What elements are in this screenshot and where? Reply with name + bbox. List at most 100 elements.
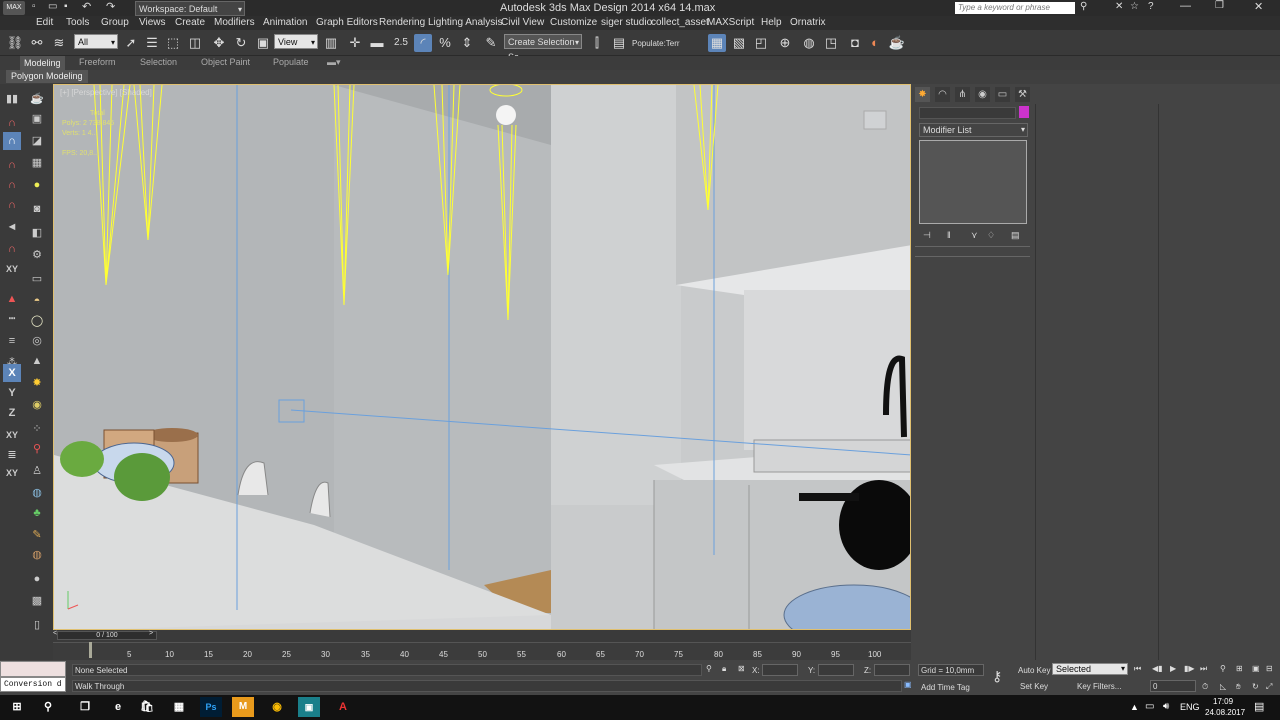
- menu-create[interactable]: Create: [175, 17, 205, 28]
- globe-icon[interactable]: ◍: [28, 484, 46, 502]
- clock-time[interactable]: 17:09: [1213, 697, 1233, 706]
- keyboard-shortcut-icon[interactable]: ▬: [368, 34, 386, 52]
- magnet-active-icon[interactable]: ∩: [3, 132, 21, 150]
- key-mode-select[interactable]: Selected: [1052, 663, 1128, 675]
- modifier-list-select[interactable]: Modifier List: [919, 123, 1028, 137]
- menu-help[interactable]: Help: [761, 17, 782, 28]
- rows-icon[interactable]: ≡: [3, 332, 21, 350]
- z-coordinate-field[interactable]: [874, 664, 910, 676]
- open-icon[interactable]: ▭: [48, 1, 57, 12]
- object-color-swatch[interactable]: [1019, 106, 1029, 118]
- rotate-icon[interactable]: ↻: [232, 34, 250, 52]
- 3dsmax-icon[interactable]: ▣: [298, 697, 320, 717]
- show-hidden-icons[interactable]: ▲: [1130, 702, 1139, 712]
- magnet-3-icon[interactable]: ∩: [3, 176, 21, 194]
- set-key-button[interactable]: Set Key: [1020, 682, 1048, 691]
- slider-prev-icon[interactable]: <: [53, 630, 57, 637]
- time-config-icon[interactable]: ⏱: [1202, 682, 1208, 692]
- photoshop-icon[interactable]: Ps: [200, 697, 222, 717]
- auto-key-button[interactable]: Auto Key: [1018, 666, 1050, 675]
- y-coordinate-field[interactable]: [818, 664, 854, 676]
- lock-icon[interactable]: 🔒︎: [722, 664, 726, 674]
- new-icon[interactable]: ▫: [32, 1, 36, 12]
- menu-views[interactable]: Views: [139, 17, 166, 28]
- light-bulb-icon[interactable]: ●: [28, 176, 46, 194]
- menu-maxscript[interactable]: MAXScript: [707, 17, 754, 28]
- fov-icon[interactable]: ◺: [1220, 682, 1226, 691]
- xy-icon[interactable]: XY: [3, 260, 21, 278]
- window-crossing-icon[interactable]: ◫: [186, 34, 204, 52]
- render-production-icon[interactable]: ☕: [888, 34, 906, 52]
- pin-icon[interactable]: ⚲: [28, 440, 46, 458]
- select-by-name-icon[interactable]: ☰: [143, 34, 161, 52]
- minimize-icon[interactable]: —: [1180, 0, 1191, 12]
- select-object-icon[interactable]: ➚: [122, 34, 140, 52]
- language-indicator[interactable]: ENG: [1180, 702, 1200, 712]
- current-frame-marker[interactable]: [89, 642, 92, 658]
- tab-modeling[interactable]: Modeling: [20, 56, 65, 70]
- xy-plane-icon[interactable]: XY: [3, 426, 21, 444]
- chrome-icon[interactable]: ◉: [266, 697, 288, 717]
- selection-filter-select[interactable]: All: [74, 34, 118, 50]
- tab-freeform[interactable]: Freeform: [79, 57, 116, 67]
- y-axis-icon[interactable]: Y: [3, 384, 21, 402]
- zoom-extents-all-icon[interactable]: ⊟: [1266, 664, 1273, 673]
- modify-tab-icon[interactable]: ◠: [935, 87, 950, 102]
- key-filters-button[interactable]: Key Filters...: [1077, 682, 1121, 691]
- rendered-frame-icon[interactable]: ◘: [846, 34, 864, 52]
- menu-civil-view[interactable]: Civil View: [501, 17, 544, 28]
- volume-icon[interactable]: 🔊︎: [1163, 701, 1169, 712]
- box-icon[interactable]: ▣: [28, 110, 46, 128]
- perspective-viewport[interactable]: [+] [Perspective] [Shaded] Total Polys: …: [53, 84, 911, 630]
- menu-edit[interactable]: Edit: [36, 17, 53, 28]
- go-to-start-icon[interactable]: ⏮: [1134, 664, 1141, 674]
- show-end-result-icon[interactable]: ‖: [947, 230, 951, 240]
- magnet-icon[interactable]: ∩: [3, 114, 21, 132]
- checker-icon[interactable]: ▩: [28, 592, 46, 610]
- dotted-line-icon[interactable]: ┅: [3, 310, 21, 328]
- material-editor-icon[interactable]: ◍: [800, 34, 818, 52]
- menu-modifiers[interactable]: Modifiers: [214, 17, 255, 28]
- move-icon[interactable]: ✥: [210, 34, 228, 52]
- prev-frame-icon[interactable]: ◀▮: [1152, 664, 1163, 673]
- teapot-icon[interactable]: ☕: [28, 90, 46, 108]
- maximize-icon[interactable]: ❐: [1215, 0, 1224, 11]
- tab-object-paint[interactable]: Object Paint: [201, 57, 250, 67]
- help-icon[interactable]: ?: [1148, 1, 1154, 12]
- time-tag-icon[interactable]: ▣: [904, 680, 912, 689]
- time-slider[interactable]: 0 / 100: [57, 631, 157, 640]
- search-icon[interactable]: ⚲: [37, 697, 59, 717]
- go-to-end-icon[interactable]: ⏭: [1200, 664, 1207, 674]
- zoom-extents-icon[interactable]: ▣: [1252, 664, 1260, 673]
- angle-snap-icon[interactable]: ◜: [414, 34, 432, 52]
- spinner-snap-icon[interactable]: ⇕: [458, 34, 476, 52]
- particles-icon[interactable]: ⁘: [28, 420, 46, 438]
- sun-icon[interactable]: ✸: [28, 374, 46, 392]
- absolute-mode-icon[interactable]: ⊠: [738, 664, 745, 673]
- magnet-5-icon[interactable]: ∩: [3, 240, 21, 258]
- orbit-icon[interactable]: ↻: [1252, 682, 1259, 691]
- windows-start-icon[interactable]: ⊞: [6, 697, 28, 717]
- menu-lighting-analysis[interactable]: Lighting Analysis: [428, 17, 503, 28]
- maxscript-listener-top[interactable]: [0, 661, 66, 677]
- tab-selection[interactable]: Selection: [140, 57, 177, 67]
- pan-icon[interactable]: ✋︎: [1236, 682, 1241, 692]
- magnet-2-icon[interactable]: ∩: [3, 156, 21, 174]
- pause-icon[interactable]: ▮▮: [3, 90, 21, 108]
- cookie-icon[interactable]: ◍: [28, 546, 46, 564]
- motion-tab-icon[interactable]: ◉: [975, 87, 990, 102]
- maxscript-listener-field[interactable]: Conversion d: [0, 677, 66, 692]
- manipulate-icon[interactable]: ✛: [346, 34, 364, 52]
- x-axis-icon[interactable]: X: [3, 364, 21, 382]
- display-tab-icon[interactable]: ▭: [995, 87, 1010, 102]
- current-frame-field[interactable]: 0: [1150, 680, 1196, 692]
- menu-ornatrix[interactable]: Ornatrix: [790, 17, 826, 28]
- menu-rendering[interactable]: Rendering: [379, 17, 425, 28]
- helper-icon[interactable]: ◧: [28, 224, 46, 242]
- pivot-icon[interactable]: ▥: [322, 34, 340, 52]
- align-icon[interactable]: ▤: [610, 34, 628, 52]
- schematic-view-icon[interactable]: ⊕: [776, 34, 794, 52]
- selection-lock-icon[interactable]: ⚲: [706, 664, 712, 673]
- menu-animation[interactable]: Animation: [263, 17, 307, 28]
- mirror-icon[interactable]: ⫿: [588, 34, 606, 52]
